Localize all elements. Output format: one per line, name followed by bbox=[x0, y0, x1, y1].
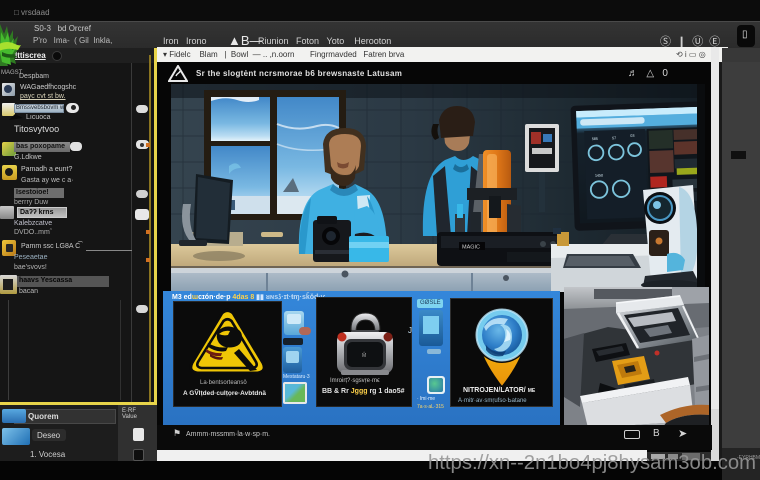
svg-text:MAGIC: MAGIC bbox=[462, 245, 480, 251]
svg-text:585: 585 bbox=[592, 137, 598, 141]
svg-text:M̊: M̊ bbox=[362, 351, 366, 359]
svg-text:57: 57 bbox=[612, 136, 616, 140]
svg-text:03: 03 bbox=[630, 134, 634, 138]
svg-text:1450: 1450 bbox=[595, 174, 603, 178]
